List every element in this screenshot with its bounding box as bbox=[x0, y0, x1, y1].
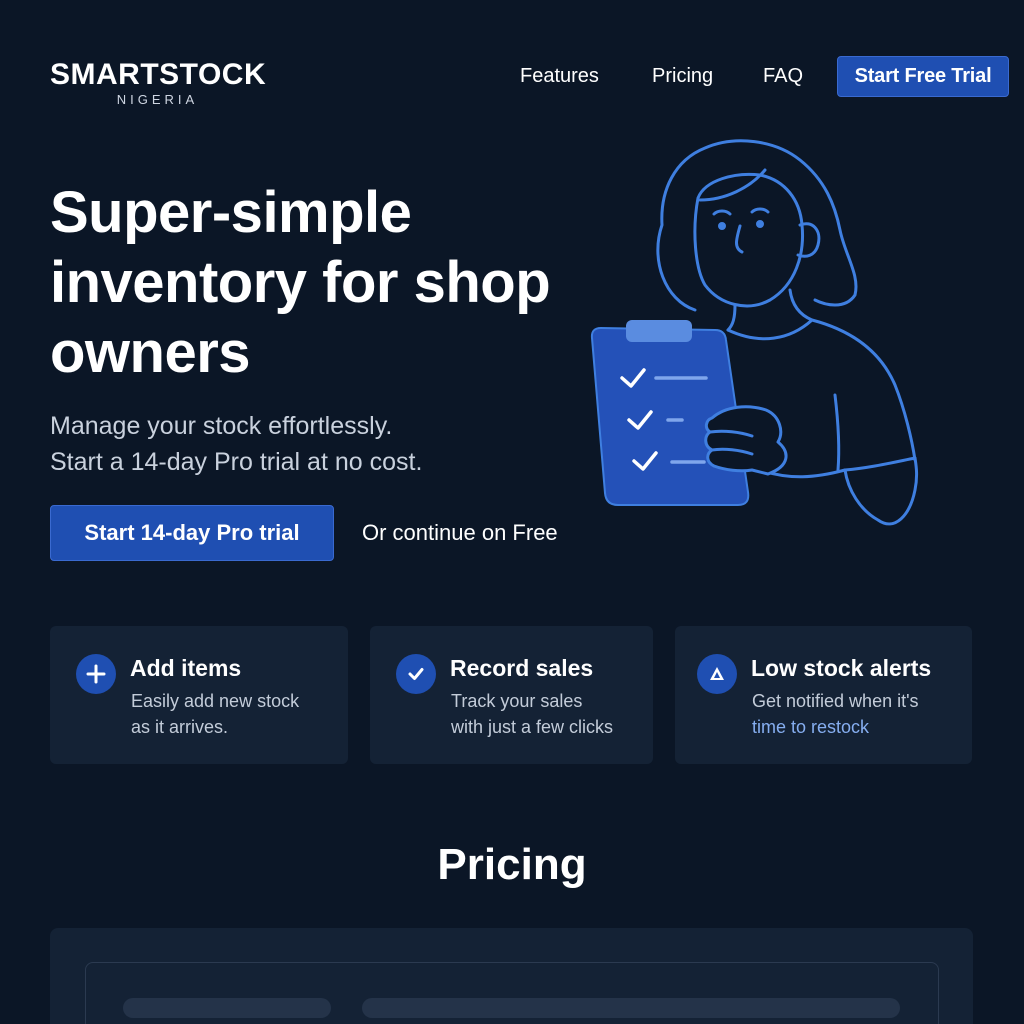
feature-card-low-stock-alerts: Low stock alerts Get notified when it's … bbox=[675, 626, 972, 764]
continue-free-link[interactable]: Or continue on Free bbox=[362, 520, 558, 546]
feature-title: Low stock alerts bbox=[751, 655, 932, 681]
brand-logo[interactable]: SMARTSTOCK NIGERIA bbox=[50, 58, 266, 108]
hero-subtitle: Manage your stock effortlessly. Start a … bbox=[50, 408, 530, 480]
feature-card-add-items: Add items Easily add new stock as it arr… bbox=[50, 626, 348, 764]
feature-description: Easily add new stock as it arrives. bbox=[131, 688, 341, 740]
feature-card-record-sales: Record sales Track your sales with just … bbox=[370, 626, 653, 764]
feature-desc-line: Get notified when it's bbox=[752, 691, 919, 711]
feature-desc-line: as it arrives. bbox=[131, 717, 229, 737]
feature-desc-line: Track your sales bbox=[451, 691, 583, 711]
feature-description: Track your sales with just a few clicks bbox=[451, 688, 661, 740]
start-pro-trial-button[interactable]: Start 14-day Pro trial bbox=[50, 505, 334, 561]
feature-description: Get notified when it's time to restock bbox=[752, 688, 962, 740]
brand-tagline: NIGERIA bbox=[116, 92, 199, 107]
hero-subtitle-line: Start a 14-day Pro trial at no cost. bbox=[50, 448, 423, 476]
feature-desc-line: with just a few clicks bbox=[451, 717, 614, 737]
feature-title: Record sales bbox=[450, 655, 594, 681]
brand-name: SMARTSTOCK bbox=[50, 58, 267, 91]
nav-link-features[interactable]: Features bbox=[520, 64, 599, 88]
check-icon bbox=[396, 654, 436, 694]
hero-subtitle-line: Manage your stock effortlessly. bbox=[50, 412, 393, 440]
landing-page: SMARTSTOCK NIGERIA Features Pricing FAQ … bbox=[0, 0, 1024, 1024]
nav-link-pricing[interactable]: Pricing bbox=[652, 64, 713, 88]
alert-triangle-icon bbox=[697, 654, 737, 694]
skeleton-placeholder bbox=[362, 998, 900, 1018]
feature-desc-line: Easily add new stock bbox=[131, 691, 300, 711]
plus-icon bbox=[76, 654, 116, 694]
feature-title: Add items bbox=[130, 655, 242, 681]
woman-holding-checklist-illustration bbox=[590, 139, 919, 526]
pricing-heading: Pricing bbox=[437, 840, 587, 889]
skeleton-placeholder bbox=[123, 998, 331, 1018]
feature-desc-line: time to restock bbox=[752, 717, 870, 737]
hero-title: Super-simple inventory for shop owners bbox=[50, 180, 551, 385]
start-free-trial-button[interactable]: Start Free Trial bbox=[837, 56, 1009, 97]
nav-link-faq[interactable]: FAQ bbox=[763, 64, 803, 88]
